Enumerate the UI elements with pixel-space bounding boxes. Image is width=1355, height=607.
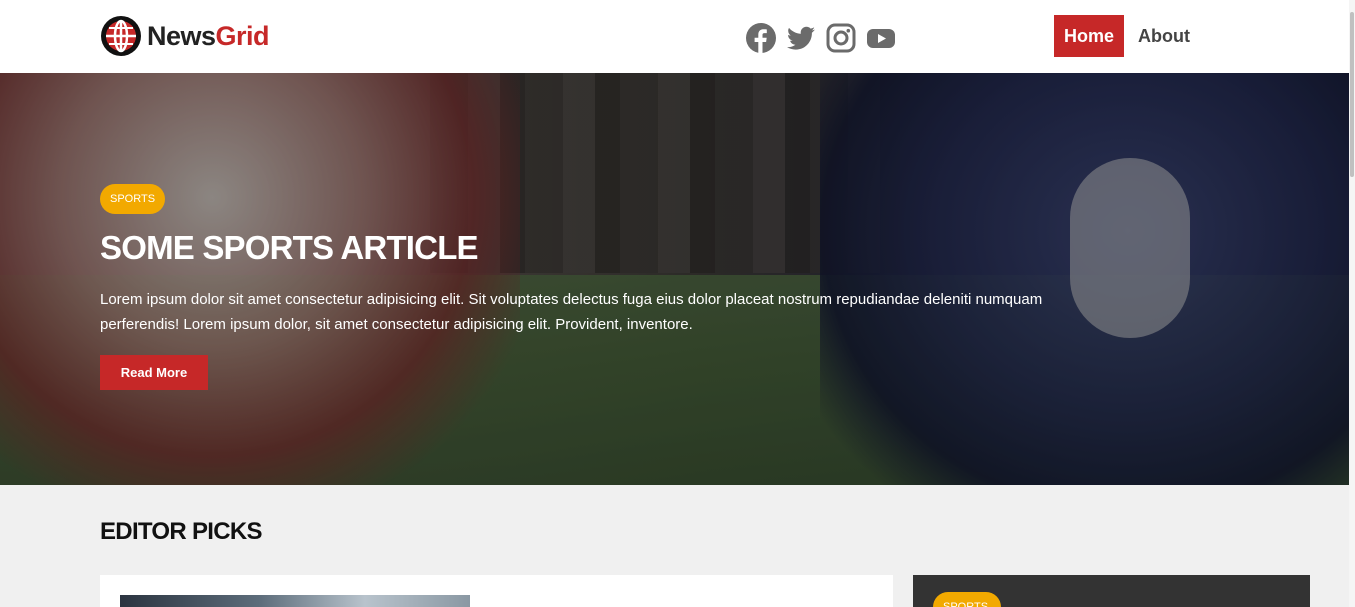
editor-pick-image — [120, 595, 470, 607]
logo-text-grid: Grid — [215, 20, 270, 51]
logo-text: NewsGrid — [147, 20, 270, 52]
instagram-icon[interactable] — [826, 22, 856, 54]
logo-text-news: News — [147, 20, 216, 51]
nav-home-link[interactable]: Home — [1054, 15, 1125, 57]
nav-about-link[interactable]: About — [1124, 15, 1204, 57]
hero-banner: SPORTS SOME SPORTS ARTICLE Lorem ipsum d… — [0, 73, 1349, 485]
page-scrollbar[interactable] — [1349, 0, 1355, 607]
read-more-button[interactable]: Read More — [100, 355, 208, 390]
hero-overlay — [0, 73, 1349, 485]
hero-text: Lorem ipsum dolor sit amet consectetur a… — [100, 291, 1043, 333]
twitter-icon[interactable] — [786, 22, 816, 54]
hero-title: SOME SPORTS ARTICLE — [100, 229, 479, 266]
facebook-icon[interactable] — [746, 22, 776, 54]
editor-pick-side-card[interactable]: SPORTS — [913, 575, 1310, 607]
category-badge[interactable]: SPORTS — [100, 184, 166, 214]
social-links — [746, 22, 896, 54]
main-nav: Home About — [1054, 15, 1204, 57]
side-category-badge[interactable]: SPORTS — [933, 592, 1001, 607]
globe-icon — [101, 16, 141, 56]
editor-picks-title: EDITOR PICKS — [100, 518, 263, 545]
site-header: NewsGrid Home About — [0, 0, 1349, 73]
logo[interactable]: NewsGrid — [100, 15, 270, 57]
editor-pick-card[interactable] — [100, 575, 893, 607]
scrollbar-thumb[interactable] — [1350, 12, 1354, 177]
youtube-icon[interactable] — [866, 22, 896, 54]
